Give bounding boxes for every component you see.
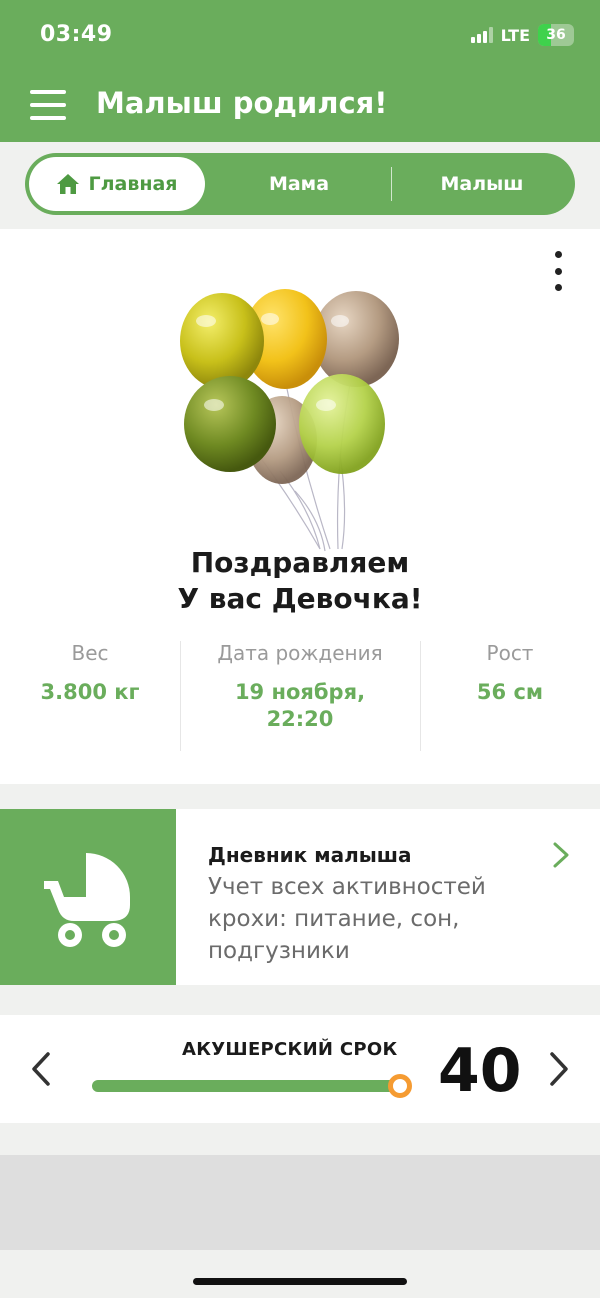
term-slider-thumb[interactable] [388, 1074, 412, 1098]
tab-home-label: Главная [88, 173, 178, 195]
tab-home[interactable]: Главная [29, 157, 205, 211]
tab-mama-label: Мама [268, 173, 330, 195]
stat-height: Рост 56 см [420, 641, 600, 706]
status-time: 03:49 [40, 22, 113, 47]
stat-birth-date-time: 22:20 [266, 707, 334, 731]
balloons-illustration [180, 289, 399, 552]
birth-stats: Вес 3.800 кг Дата рождения 19 ноября, 22… [0, 641, 600, 753]
stat-birth-date-label: Дата рождения [217, 641, 383, 665]
stat-birth-date: Дата рождения 19 ноября, 22:20 [180, 641, 420, 733]
stat-birth-date-day: 19 ноября, [234, 680, 366, 704]
home-indicator[interactable] [193, 1278, 407, 1285]
home-icon [57, 174, 80, 194]
congrats-line-2: У вас Девочка! [177, 582, 423, 615]
ad-banner-placeholder [0, 1155, 600, 1250]
signal-strength-icon [470, 27, 493, 43]
status-indicators: LTE 36 [470, 24, 574, 46]
stat-weight-value: 3.800 кг [40, 680, 140, 704]
stat-height-label: Рост [486, 641, 534, 665]
term-slider-track[interactable] [92, 1080, 400, 1092]
stat-height-value: 56 см [476, 680, 544, 704]
stat-birth-date-value: 19 ноября, 22:20 [180, 679, 420, 733]
congrats-card: Поздравляем У вас Девочка! Вес 3.800 кг … [0, 229, 600, 784]
tab-mama[interactable]: Мама [207, 153, 391, 215]
chevron-left-icon[interactable] [28, 1049, 54, 1089]
chevron-right-icon[interactable] [546, 1049, 572, 1089]
term-value: 40 [438, 1036, 522, 1106]
term-label: АКУШЕРСКИЙ СРОК [182, 1039, 398, 1060]
obstetric-term-panel: АКУШЕРСКИЙ СРОК 40 [0, 1015, 600, 1123]
stat-weight-label: Вес [71, 641, 109, 665]
tab-baby-label: Малыш [440, 173, 524, 195]
tab-bar: Главная Мама Малыш [25, 153, 575, 215]
page-title: Малыш родился! [96, 86, 388, 120]
stat-weight: Вес 3.800 кг [0, 641, 180, 706]
diary-description: Учет всех активностей крохи: питание, со… [208, 874, 486, 964]
more-options-icon[interactable] [546, 251, 570, 291]
battery-icon: 36 [538, 24, 574, 46]
tab-baby[interactable]: Малыш [392, 153, 572, 215]
stroller-icon [44, 853, 130, 947]
chevron-right-icon [553, 842, 569, 868]
diary-title: Дневник малыша [208, 843, 412, 867]
diary-icon-box [0, 809, 176, 985]
battery-level: 36 [546, 27, 566, 43]
congrats-message: Поздравляем У вас Девочка! [0, 545, 600, 617]
congrats-line-1: Поздравляем [190, 546, 410, 579]
network-type-label: LTE [500, 25, 530, 45]
app-header: 03:49 LTE 36 Малыш родился! [0, 0, 600, 142]
hamburger-menu-icon[interactable] [30, 90, 66, 120]
baby-diary-card[interactable]: Дневник малыша Учет всех активностей кро… [0, 809, 600, 985]
